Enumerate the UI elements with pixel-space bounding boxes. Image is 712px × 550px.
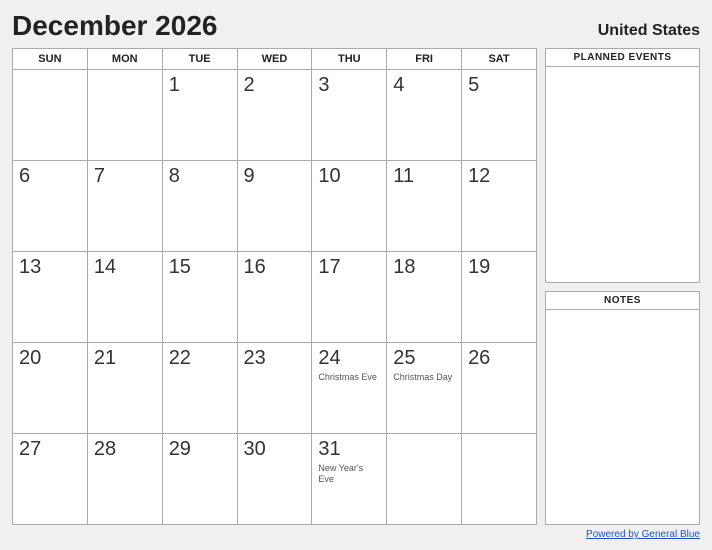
calendar-cell: 26 <box>462 343 537 434</box>
header-fri: FRI <box>387 49 462 70</box>
calendar-table: SUN MON TUE WED THU FRI SAT 123456789101… <box>12 48 537 525</box>
calendar-week-2: 13 14 15 16 17 18 19 <box>13 252 537 343</box>
calendar-cell: 8 <box>162 161 237 252</box>
calendar-week-0: 12345 <box>13 70 537 161</box>
day-number: 28 <box>94 438 156 461</box>
calendar-week-1: 6789 10 11 12 <box>13 161 537 252</box>
day-number: 21 <box>94 347 156 370</box>
day-number: 20 <box>19 347 81 370</box>
calendar-cell: 5 <box>462 70 537 161</box>
calendar-cell: 27 <box>13 434 88 525</box>
notes-box: NOTES <box>545 291 700 526</box>
country-label: United States <box>598 22 700 40</box>
day-number: 29 <box>169 438 231 461</box>
calendar-cell: 15 <box>162 252 237 343</box>
calendar-cell: 2 <box>237 70 312 161</box>
calendar-cell: 7 <box>87 161 162 252</box>
planned-events-box: PLANNED EVENTS <box>545 48 700 283</box>
calendar-cell: 17 <box>312 252 387 343</box>
day-number: 18 <box>393 256 455 279</box>
calendar-cell: 25 Christmas Day <box>387 343 462 434</box>
calendar-week-3: 20 21 22 23 24 Christmas Eve 25 Christmas Day 26 <box>13 343 537 434</box>
day-number: 7 <box>94 165 156 188</box>
day-number: 22 <box>169 347 231 370</box>
calendar-page: December 2026 United States SUN MON TUE … <box>0 0 712 550</box>
day-number: 30 <box>244 438 306 461</box>
calendar-week-4: 27 28 29 30 31New Year's Eve <box>13 434 537 525</box>
calendar-cell: 24 Christmas Eve <box>312 343 387 434</box>
day-number: 23 <box>244 347 306 370</box>
calendar-cell <box>13 70 88 161</box>
day-number: 27 <box>19 438 81 461</box>
calendar-cell: 1 <box>162 70 237 161</box>
header-wed: WED <box>237 49 312 70</box>
calendar-cell: 9 <box>237 161 312 252</box>
calendar-cell: 13 <box>13 252 88 343</box>
calendar-header: December 2026 United States <box>12 10 700 42</box>
calendar-cell: 12 <box>462 161 537 252</box>
day-event: Christmas Eve <box>318 372 380 383</box>
days-header-row: SUN MON TUE WED THU FRI SAT <box>13 49 537 70</box>
planned-events-title: PLANNED EVENTS <box>546 49 699 67</box>
header-thu: THU <box>312 49 387 70</box>
day-number: 17 <box>318 256 380 279</box>
day-event: New Year's Eve <box>318 463 380 485</box>
day-number: 6 <box>19 165 81 188</box>
notes-content <box>546 310 699 525</box>
header-tue: TUE <box>162 49 237 70</box>
sidebar: PLANNED EVENTS NOTES <box>545 48 700 525</box>
day-number: 31 <box>318 438 380 461</box>
calendar-cell: 30 <box>237 434 312 525</box>
day-number: 1 <box>169 74 231 97</box>
header-sat: SAT <box>462 49 537 70</box>
header-mon: MON <box>87 49 162 70</box>
calendar-cell: 28 <box>87 434 162 525</box>
calendar-cell <box>387 434 462 525</box>
day-number: 24 <box>318 347 380 370</box>
day-number: 16 <box>244 256 306 279</box>
day-number: 2 <box>244 74 306 97</box>
day-number: 26 <box>468 347 530 370</box>
calendar-cell: 22 <box>162 343 237 434</box>
day-number: 4 <box>393 74 455 97</box>
calendar-cell: 16 <box>237 252 312 343</box>
calendar-cell: 31New Year's Eve <box>312 434 387 525</box>
day-number: 25 <box>393 347 455 370</box>
main-content: SUN MON TUE WED THU FRI SAT 123456789101… <box>12 48 700 525</box>
planned-events-content <box>546 67 699 282</box>
calendar-cell: 20 <box>13 343 88 434</box>
day-number: 5 <box>468 74 530 97</box>
calendar-cell: 10 <box>312 161 387 252</box>
calendar-section: SUN MON TUE WED THU FRI SAT 123456789101… <box>12 48 537 525</box>
day-number: 11 <box>393 165 455 188</box>
powered-by-link[interactable]: Powered by General Blue <box>586 529 700 540</box>
calendar-cell: 6 <box>13 161 88 252</box>
day-number: 15 <box>169 256 231 279</box>
calendar-cell: 11 <box>387 161 462 252</box>
day-number: 10 <box>318 165 380 188</box>
day-event: Christmas Day <box>393 372 455 383</box>
day-number: 13 <box>19 256 81 279</box>
day-number: 9 <box>244 165 306 188</box>
calendar-cell: 3 <box>312 70 387 161</box>
calendar-cell: 14 <box>87 252 162 343</box>
calendar-cell: 18 <box>387 252 462 343</box>
month-title: December 2026 <box>12 10 217 42</box>
footer: Powered by General Blue <box>12 529 700 540</box>
day-number: 14 <box>94 256 156 279</box>
calendar-cell <box>462 434 537 525</box>
day-number: 8 <box>169 165 231 188</box>
calendar-cell <box>87 70 162 161</box>
day-number: 19 <box>468 256 530 279</box>
calendar-cell: 23 <box>237 343 312 434</box>
calendar-cell: 21 <box>87 343 162 434</box>
calendar-cell: 19 <box>462 252 537 343</box>
calendar-cell: 29 <box>162 434 237 525</box>
notes-title: NOTES <box>546 292 699 310</box>
header-sun: SUN <box>13 49 88 70</box>
day-number: 12 <box>468 165 530 188</box>
day-number: 3 <box>318 74 380 97</box>
calendar-cell: 4 <box>387 70 462 161</box>
